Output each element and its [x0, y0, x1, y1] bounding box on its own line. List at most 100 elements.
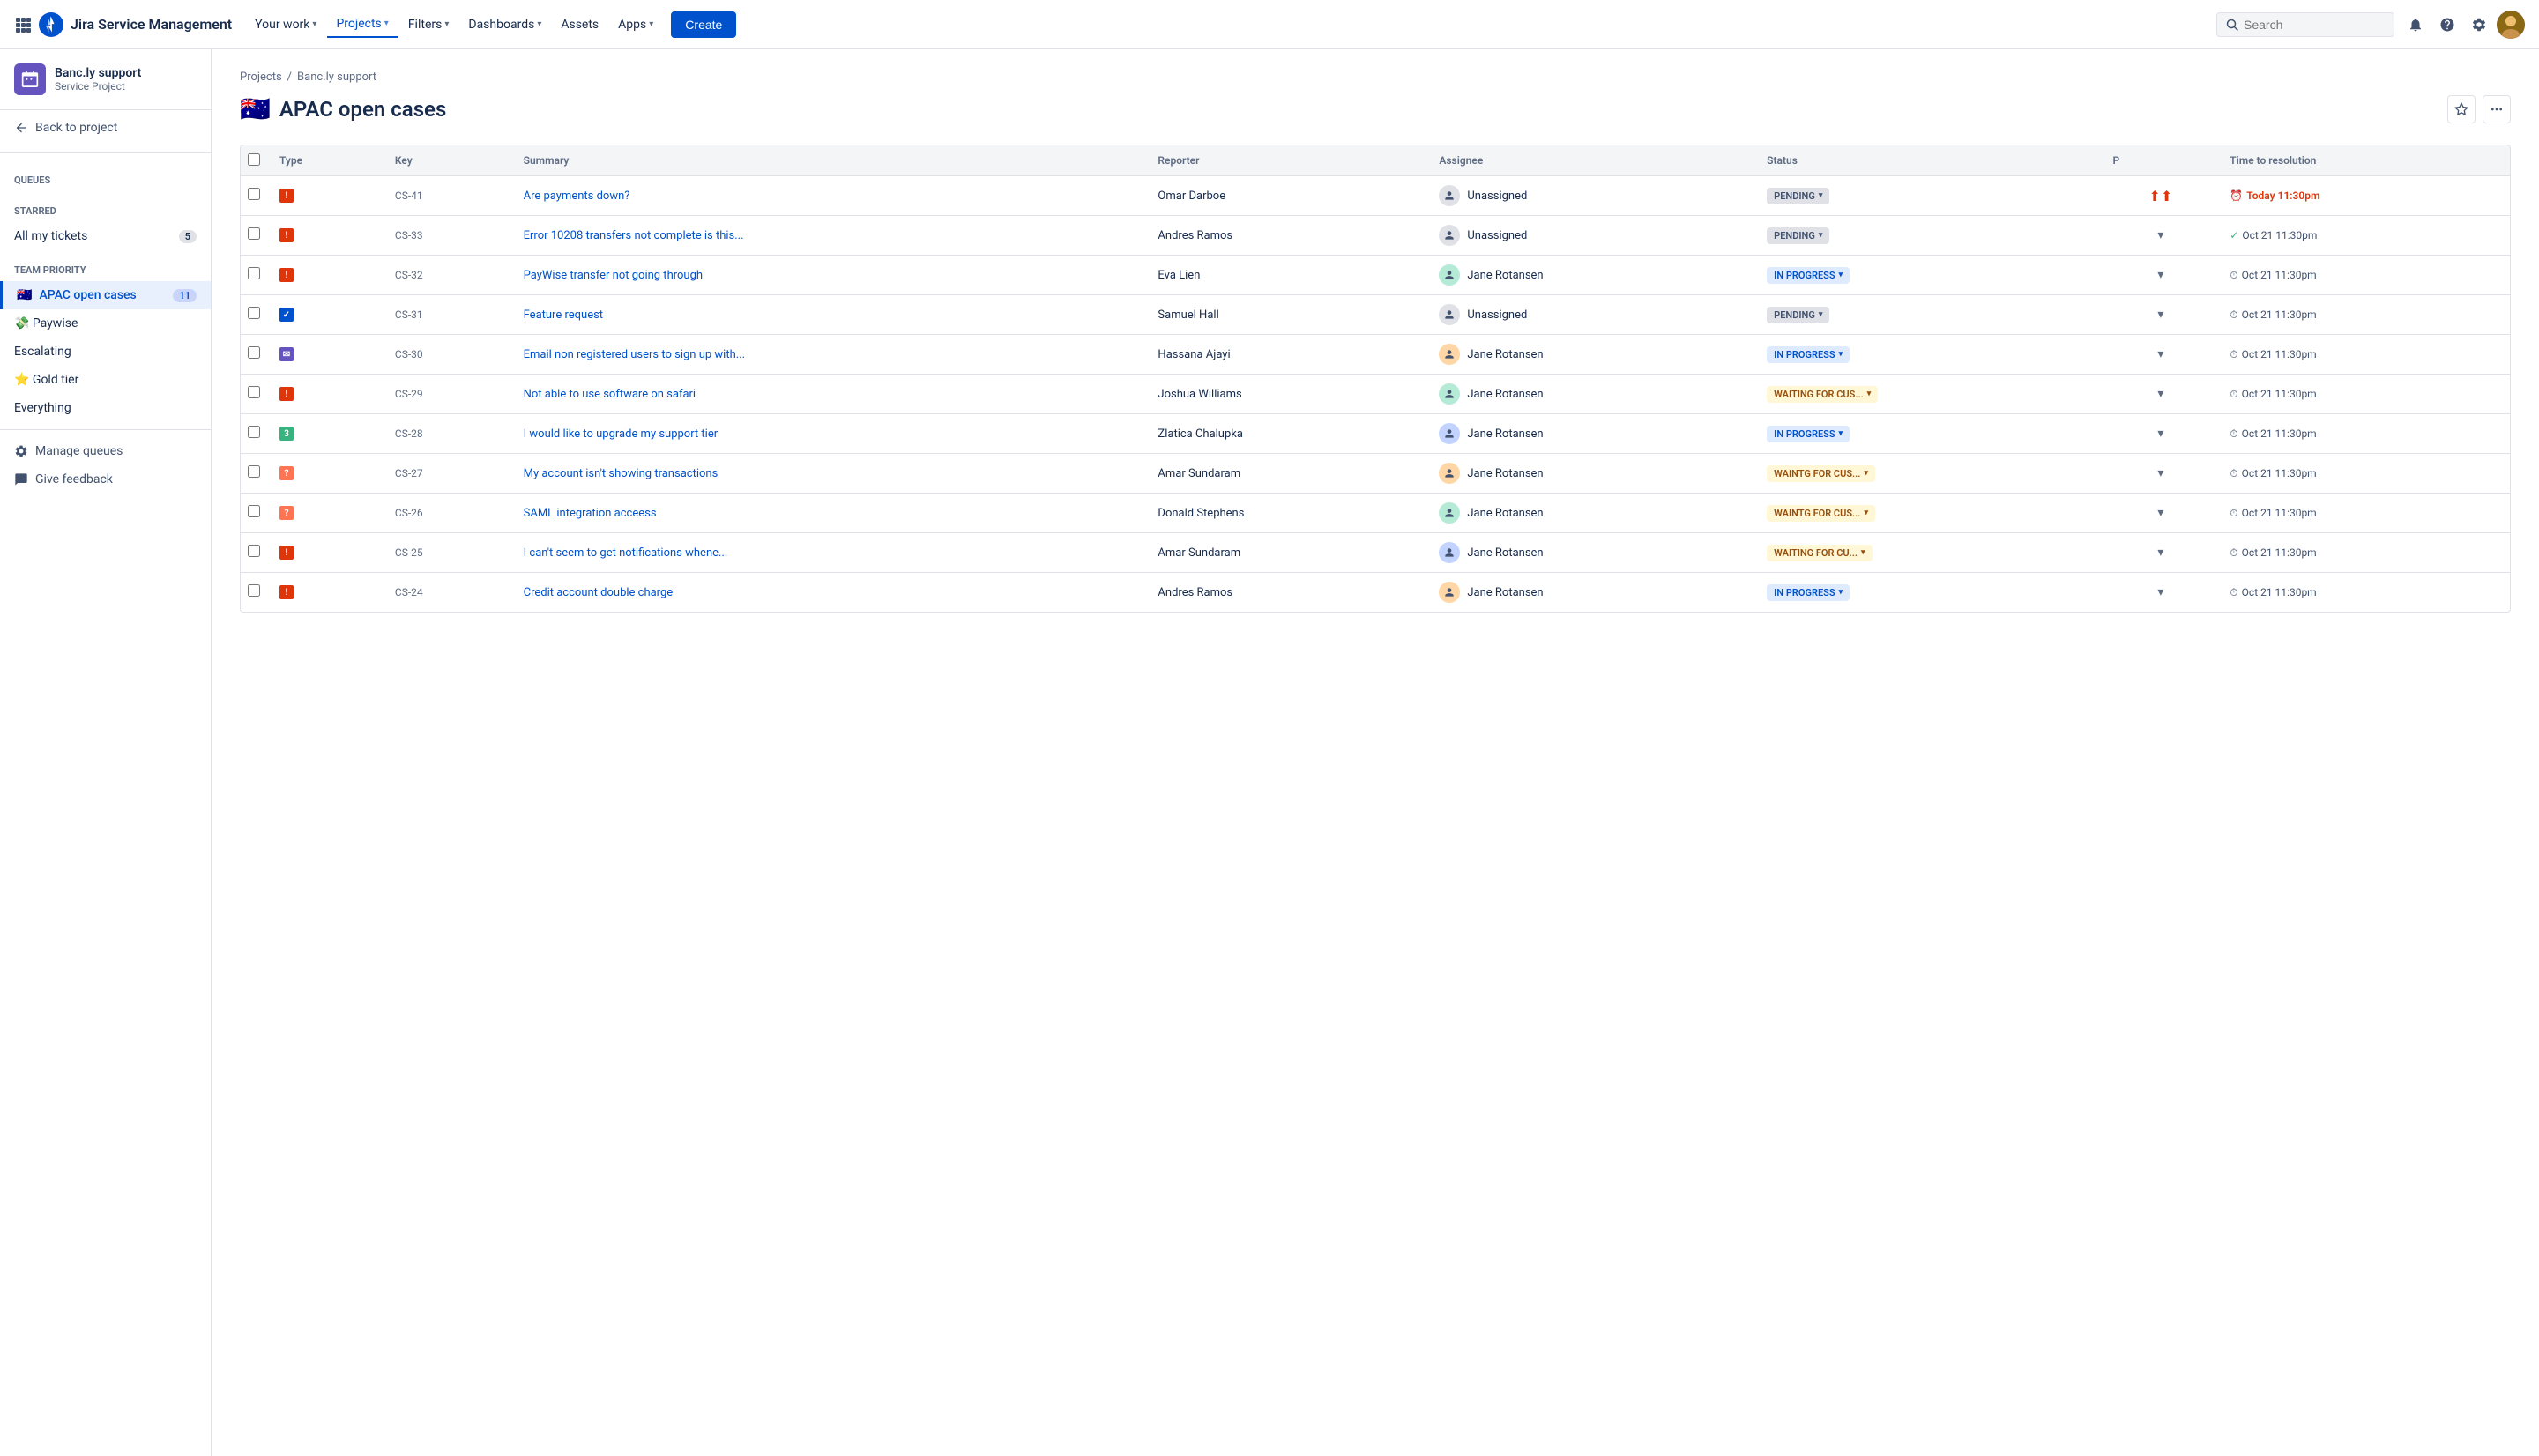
sidebar-item-everything[interactable]: Everything — [0, 394, 211, 422]
row-checkbox[interactable] — [248, 307, 260, 319]
issue-link[interactable]: Credit account double charge — [524, 586, 674, 599]
page-header-actions — [2447, 95, 2511, 123]
row-checkbox[interactable] — [248, 386, 260, 398]
manage-queues-icon — [14, 444, 28, 458]
nav-assets[interactable]: Assets — [552, 12, 607, 37]
more-options-button[interactable] — [2483, 95, 2511, 123]
sidebar-divider-2 — [0, 429, 211, 430]
status-badge[interactable]: IN PROGRESS ▾ — [1767, 584, 1850, 601]
col-priority: P — [2102, 145, 2219, 176]
sidebar-give-feedback[interactable]: Give feedback — [0, 465, 211, 494]
issue-link[interactable]: Error 10208 transfers not complete is th… — [524, 229, 744, 242]
issue-link[interactable]: My account isn't showing transactions — [524, 467, 719, 480]
status-badge[interactable]: WAITING FOR CU... ▾ — [1767, 545, 1872, 561]
issue-link[interactable]: Feature request — [524, 308, 603, 322]
priority-med: ▾ — [2112, 228, 2208, 242]
reporter-cell: Andres Ramos — [1147, 573, 1428, 613]
nav-apps[interactable]: Apps ▾ — [609, 12, 662, 37]
user-avatar[interactable] — [2497, 11, 2525, 39]
row-checkbox[interactable] — [248, 188, 260, 200]
issue-link[interactable]: Not able to use software on safari — [524, 388, 696, 401]
type-cell: ! — [269, 375, 384, 414]
nav-dashboards[interactable]: Dashboards ▾ — [459, 12, 550, 37]
breadcrumb-projects[interactable]: Projects — [240, 71, 282, 84]
search-input[interactable] — [2244, 18, 2385, 32]
priority-cell: ▾ — [2102, 573, 2219, 613]
type-icon: ! — [279, 387, 294, 401]
row-checkbox-cell — [241, 414, 269, 454]
notifications-button[interactable] — [2401, 11, 2430, 39]
create-button[interactable]: Create — [671, 11, 736, 38]
app-logo[interactable]: Jira Service Management — [39, 12, 232, 37]
sidebar-item-all-tickets[interactable]: All my tickets 5 — [0, 222, 211, 250]
summary-cell: Not able to use software on safari — [513, 375, 1148, 414]
search-box[interactable] — [2216, 12, 2394, 37]
status-badge[interactable]: IN PROGRESS ▾ — [1767, 426, 1850, 442]
time-cell-wrap: ⏱Oct 21 11:30pm — [2219, 494, 2510, 533]
grid-icon[interactable] — [14, 16, 32, 33]
status-badge[interactable]: WAINTG FOR CUS... ▾ — [1767, 505, 1875, 522]
help-button[interactable] — [2433, 11, 2461, 39]
row-checkbox[interactable] — [248, 465, 260, 478]
reporter-cell: Omar Darboe — [1147, 176, 1428, 216]
status-badge[interactable]: IN PROGRESS ▾ — [1767, 267, 1850, 284]
project-icon — [14, 63, 46, 95]
time-to-resolution: ⏱Oct 21 11:30pm — [2230, 348, 2499, 361]
issue-link[interactable]: Email non registered users to sign up wi… — [524, 348, 745, 361]
row-checkbox[interactable] — [248, 545, 260, 557]
sidebar-back-button[interactable]: Back to project — [0, 110, 211, 145]
assignee-cell: Jane Rotansen — [1439, 582, 1746, 603]
issue-link[interactable]: Are payments down? — [524, 189, 630, 203]
row-checkbox[interactable] — [248, 505, 260, 517]
settings-button[interactable] — [2465, 11, 2493, 39]
issue-link[interactable]: SAML integration acceess — [524, 507, 657, 520]
select-all-checkbox[interactable] — [248, 153, 260, 166]
row-checkbox[interactable] — [248, 267, 260, 279]
nav-projects[interactable]: Projects ▾ — [327, 11, 397, 38]
sidebar-manage-queues[interactable]: Manage queues — [0, 437, 211, 465]
summary-cell: Are payments down? — [513, 176, 1148, 216]
star-button[interactable] — [2447, 95, 2476, 123]
reporter-name: Donald Stephens — [1158, 507, 1244, 520]
time-cell-wrap: ⏱Oct 21 11:30pm — [2219, 533, 2510, 573]
sidebar-item-paywise[interactable]: 💸 Paywise — [0, 309, 211, 338]
sidebar-project[interactable]: Banc.ly support Service Project — [0, 49, 211, 110]
issue-key: CS-32 — [395, 269, 423, 281]
issue-link[interactable]: PayWise transfer not going through — [524, 269, 703, 282]
nav-filters[interactable]: Filters ▾ — [399, 12, 458, 37]
issue-link[interactable]: I can't seem to get notifications whene.… — [524, 546, 728, 560]
col-status: Status — [1756, 145, 2102, 176]
table-row: 3 CS-28 I would like to upgrade my suppo… — [241, 414, 2510, 454]
row-checkbox[interactable] — [248, 227, 260, 240]
status-cell: WAINTG FOR CUS... ▾ — [1756, 454, 2102, 494]
issue-key: CS-27 — [395, 467, 423, 479]
type-cell: ? — [269, 454, 384, 494]
time-to-resolution: ⏰Today 11:30pm — [2230, 189, 2499, 202]
priority-med: ▾ — [2112, 546, 2208, 560]
breadcrumb-current[interactable]: Banc.ly support — [297, 71, 376, 84]
status-badge[interactable]: PENDING ▾ — [1767, 188, 1829, 204]
status-badge[interactable]: WAITING FOR CUS... ▾ — [1767, 386, 1878, 403]
reporter-name: Amar Sundaram — [1158, 546, 1240, 560]
chevron-icon: ▾ — [312, 19, 316, 29]
row-checkbox[interactable] — [248, 584, 260, 597]
nav-your-work[interactable]: Your work ▾ — [246, 12, 325, 37]
row-checkbox[interactable] — [248, 346, 260, 359]
key-cell: CS-25 — [384, 533, 513, 573]
sidebar-item-escalating[interactable]: Escalating — [0, 338, 211, 366]
reporter-name: Joshua Williams — [1158, 388, 1241, 401]
status-chevron: ▾ — [1839, 588, 1843, 597]
row-checkbox-cell — [241, 533, 269, 573]
issue-link[interactable]: I would like to upgrade my support tier — [524, 427, 719, 441]
status-badge[interactable]: PENDING ▾ — [1767, 307, 1829, 323]
row-checkbox[interactable] — [248, 426, 260, 438]
status-badge[interactable]: PENDING ▾ — [1767, 227, 1829, 244]
status-badge[interactable]: WAINTG FOR CUS... ▾ — [1767, 465, 1875, 482]
priority-med: ▾ — [2112, 466, 2208, 480]
sidebar-item-apac[interactable]: 🇦🇺 APAC open cases 11 — [0, 281, 211, 309]
assignee-cell: Jane Rotansen — [1439, 502, 1746, 524]
priority-high: ⬆⬆ — [2112, 188, 2208, 204]
assignee-cell: Unassigned — [1439, 185, 1746, 206]
status-badge[interactable]: IN PROGRESS ▾ — [1767, 346, 1850, 363]
sidebar-item-gold-tier[interactable]: ⭐ Gold tier — [0, 366, 211, 394]
